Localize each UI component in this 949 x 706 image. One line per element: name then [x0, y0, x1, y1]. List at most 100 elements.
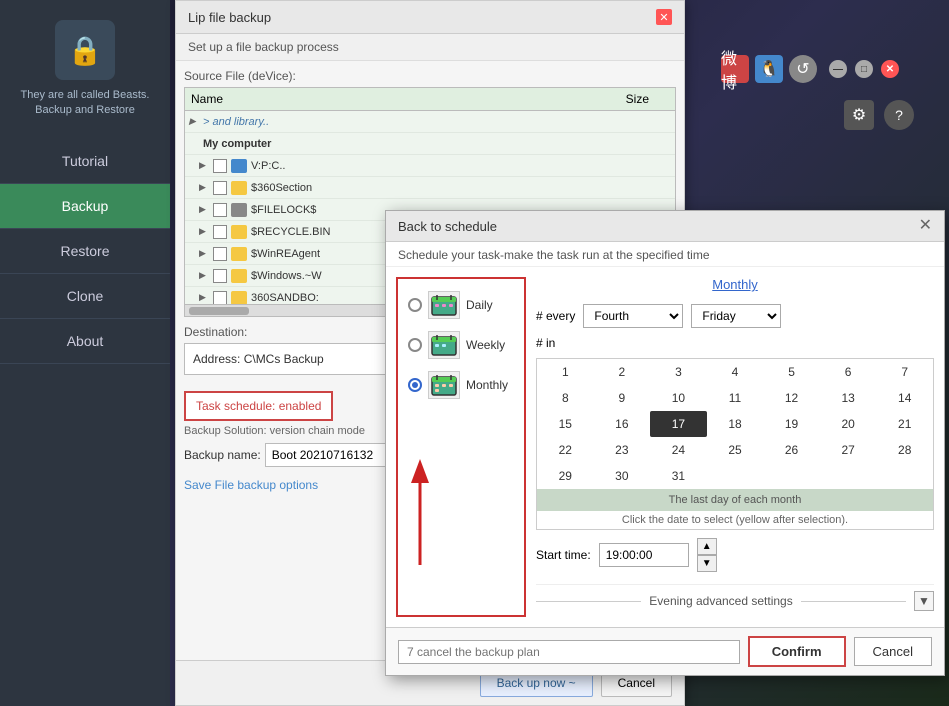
tree-arrow: ▶	[199, 270, 213, 281]
cal-day-empty	[763, 463, 820, 489]
confirm-button[interactable]: Confirm	[748, 636, 846, 667]
weibo-icon[interactable]: 微博	[721, 55, 749, 83]
schedule-titlebar: Back to schedule ✕	[386, 211, 944, 242]
list-item[interactable]: ▶ V:P:C..	[185, 155, 675, 177]
time-up-button[interactable]: ▲	[697, 538, 717, 555]
help-icon[interactable]: ?	[884, 100, 914, 130]
tree-arrow: ▶	[199, 226, 213, 237]
refresh-icon[interactable]: ↺	[789, 55, 817, 83]
cal-day[interactable]: 20	[820, 411, 877, 437]
calendar-grid: 1 2 3 4 5 6 7 8 9 10 11 12 13 14 15	[537, 359, 933, 511]
tree-checkbox[interactable]	[213, 159, 227, 173]
day-select[interactable]: Friday Monday Tuesday Wednesday Thursday…	[691, 304, 781, 328]
tree-checkbox[interactable]	[213, 225, 227, 239]
sidebar: 🔒 They are all called Beasts. Backup and…	[0, 0, 170, 706]
cal-day[interactable]: 19	[763, 411, 820, 437]
tree-arrow: ▶	[199, 248, 213, 259]
scrollbar-thumb	[189, 307, 249, 315]
cal-day[interactable]: 25	[707, 437, 764, 463]
cal-day[interactable]: 12	[763, 385, 820, 411]
cal-day[interactable]: 1	[537, 359, 594, 385]
save-options-anchor[interactable]: Save File backup options	[184, 478, 318, 492]
cal-day[interactable]: 7	[876, 359, 933, 385]
cal-day[interactable]: 5	[763, 359, 820, 385]
tree-arrow: ▶	[189, 116, 203, 127]
tree-checkbox[interactable]	[213, 247, 227, 261]
evening-settings-label: Evening advanced settings	[649, 594, 792, 608]
schedule-type-daily[interactable]: Daily	[404, 285, 518, 325]
daily-radio[interactable]	[408, 298, 422, 312]
schedule-type-weekly[interactable]: Weekly	[404, 325, 518, 365]
cal-day[interactable]: 30	[594, 463, 651, 489]
cal-day[interactable]: 29	[537, 463, 594, 489]
cal-day[interactable]: 31	[650, 463, 707, 489]
cal-day[interactable]: 10	[650, 385, 707, 411]
cal-day[interactable]: 27	[820, 437, 877, 463]
cal-day[interactable]: 11	[707, 385, 764, 411]
cal-day[interactable]: 2	[594, 359, 651, 385]
schedule-cancel-button[interactable]: Cancel	[854, 637, 932, 666]
list-item[interactable]: ▶ > and library..	[185, 111, 675, 133]
list-item[interactable]: ▶ $360Section	[185, 177, 675, 199]
sidebar-item-restore[interactable]: Restore	[0, 229, 170, 274]
monthly-header: Monthly	[536, 277, 934, 292]
tree-checkbox[interactable]	[213, 181, 227, 195]
cal-day[interactable]: 18	[707, 411, 764, 437]
folder-icon	[231, 181, 247, 195]
cal-day[interactable]: 6	[820, 359, 877, 385]
every-row: # every Fourth First Second Third Last F…	[536, 304, 934, 328]
cal-day[interactable]: 23	[594, 437, 651, 463]
tree-checkbox[interactable]	[213, 203, 227, 217]
cal-day[interactable]: 21	[876, 411, 933, 437]
cal-day[interactable]: 4	[707, 359, 764, 385]
every-select[interactable]: Fourth First Second Third Last	[583, 304, 683, 328]
start-time-input[interactable]	[599, 543, 689, 567]
sidebar-item-backup[interactable]: Backup	[0, 184, 170, 229]
cal-day[interactable]: 28	[876, 437, 933, 463]
app-logo: 🔒	[55, 20, 115, 80]
tree-checkbox[interactable]	[213, 291, 227, 305]
folder-icon	[231, 159, 247, 173]
evening-chevron-button[interactable]: ▼	[914, 591, 934, 611]
sidebar-item-about[interactable]: About	[0, 319, 170, 364]
cal-day-today[interactable]: 17	[650, 411, 707, 437]
weekly-radio[interactable]	[408, 338, 422, 352]
start-time-label: Start time:	[536, 548, 591, 562]
cal-day[interactable]: 26	[763, 437, 820, 463]
time-spinner[interactable]: ▲ ▼	[697, 538, 717, 572]
monthly-label: Monthly	[466, 378, 508, 392]
monthly-radio[interactable]	[408, 378, 422, 392]
schedule-type-monthly[interactable]: Monthly	[404, 365, 518, 405]
maximize-button[interactable]: □	[855, 60, 873, 78]
backup-dialog-close[interactable]: ✕	[656, 9, 672, 25]
tencent-icon[interactable]: 🐧	[755, 55, 783, 83]
schedule-close-button[interactable]: ✕	[919, 218, 932, 234]
cal-day[interactable]: 13	[820, 385, 877, 411]
cancel-plan-input[interactable]	[398, 640, 740, 664]
settings-icon[interactable]: ⚙	[844, 100, 874, 130]
tree-checkbox[interactable]	[213, 269, 227, 283]
folder-icon	[231, 269, 247, 283]
cal-day[interactable]: 9	[594, 385, 651, 411]
schedule-body: Daily Weekly	[386, 267, 944, 627]
cal-day[interactable]: 24	[650, 437, 707, 463]
sidebar-item-tutorial[interactable]: Tutorial	[0, 139, 170, 184]
cal-day[interactable]: 3	[650, 359, 707, 385]
sidebar-item-clone[interactable]: Clone	[0, 274, 170, 319]
minimize-button[interactable]: —	[829, 60, 847, 78]
cal-day[interactable]: 22	[537, 437, 594, 463]
last-day-button[interactable]: The last day of each month	[537, 489, 933, 511]
schedule-right-panel: Monthly # every Fourth First Second Thir…	[536, 277, 934, 617]
list-item[interactable]: My computer	[185, 133, 675, 155]
folder-icon	[231, 225, 247, 239]
cal-day[interactable]: 15	[537, 411, 594, 437]
task-schedule-box[interactable]: Task schedule: enabled	[184, 391, 333, 421]
folder-icon	[231, 203, 247, 217]
cal-day[interactable]: 14	[876, 385, 933, 411]
col-size-header: Size	[589, 92, 669, 106]
close-button[interactable]: ✕	[881, 60, 899, 78]
calendar-hint: Click the date to select (yellow after s…	[537, 511, 933, 529]
cal-day[interactable]: 8	[537, 385, 594, 411]
time-down-button[interactable]: ▼	[697, 555, 717, 572]
cal-day[interactable]: 16	[594, 411, 651, 437]
